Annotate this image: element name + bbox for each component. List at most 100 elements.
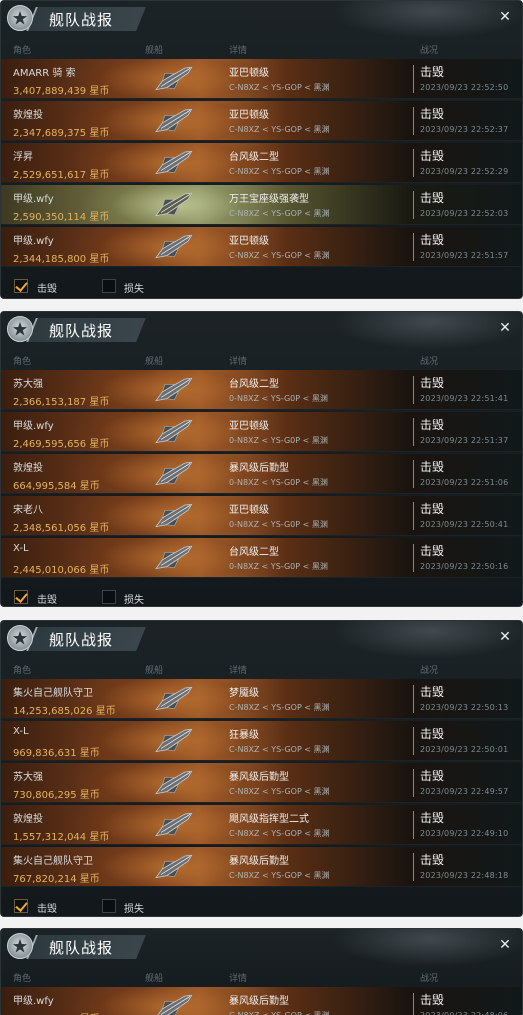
panel-title: 舰队战报 bbox=[49, 631, 114, 649]
location-route: 0-N8XZ < YS-G0P < 黑渊 bbox=[229, 436, 328, 445]
pilot-name: 苏大强 bbox=[13, 379, 43, 390]
location-route: C-N8XZ < YS-GOP < 黑渊 bbox=[229, 209, 330, 218]
location-route: C-N8XZ < YS-GOP < 黑渊 bbox=[229, 787, 330, 796]
pilot-name: 甲级.wfy bbox=[13, 194, 54, 205]
kill-report-row[interactable]: 甲级.wfy 893,732,593 星币 暴风级后勤型 C-N8XZ < YS-GO… bbox=[1, 987, 522, 1015]
combat-status: 击毁 bbox=[420, 191, 445, 205]
panel-header: 舰队战报 ✕ bbox=[1, 929, 522, 965]
loss-filter-checkbox[interactable] bbox=[102, 279, 116, 293]
kill-filter-checkbox[interactable] bbox=[14, 590, 28, 604]
loss-filter-checkbox[interactable] bbox=[102, 899, 116, 913]
kill-report-row[interactable]: 敦煌投 2,347,689,375 星币 亚巴顿级 C-N8XZ < YS-GOP <… bbox=[1, 101, 522, 141]
ship-type: 台风级二型 bbox=[229, 152, 279, 163]
column-header-role: 角色 bbox=[13, 974, 32, 984]
pilot-name: 集火自己舰队守卫 bbox=[13, 688, 93, 699]
loss-value: 2,347,689,375 星币 bbox=[13, 128, 110, 139]
column-divider bbox=[413, 811, 414, 839]
ship-icon bbox=[155, 150, 193, 175]
ship-thumbnail bbox=[149, 187, 197, 223]
column-divider bbox=[413, 853, 414, 881]
kill-report-row[interactable]: 宋老八 2,348,561,056 星币 亚巴顿级 0-N8XZ < YS-G0P <… bbox=[1, 496, 522, 536]
ship-type: 亚巴顿级 bbox=[229, 68, 269, 79]
ship-icon bbox=[155, 503, 193, 528]
loss-filter-label[interactable]: 损失 bbox=[124, 280, 144, 295]
ship-icon bbox=[155, 854, 193, 879]
close-icon[interactable]: ✕ bbox=[498, 938, 512, 952]
loss-value: 730,806,295 星币 bbox=[13, 790, 100, 801]
ship-icon bbox=[155, 686, 193, 711]
close-icon[interactable]: ✕ bbox=[498, 10, 512, 24]
kill-report-row[interactable]: 甲级.wfy 2,344,185,800 星币 亚巴顿级 C-N8XZ < YS-GO… bbox=[1, 227, 522, 267]
kill-report-row[interactable]: 敦煌投 664,995,584 星币 暴风级后勤型 0-N8XZ < YS-G0P <… bbox=[1, 454, 522, 494]
loss-value: 969,836,631 星币 bbox=[13, 748, 100, 759]
kill-filter-checkbox[interactable] bbox=[14, 899, 28, 913]
ship-type: 亚巴顿级 bbox=[229, 421, 269, 432]
combat-status: 击毁 bbox=[420, 769, 445, 783]
kill-filter-label[interactable]: 击毁 bbox=[37, 280, 57, 295]
location-route: C-N8XZ < YS-GOP < 黑渊 bbox=[229, 167, 330, 176]
filter-bar: 击毁 损失 bbox=[1, 889, 522, 916]
location-route: C-N8XZ < YS-GOP < 黑渊 bbox=[229, 703, 330, 712]
column-header-ship: 舰船 bbox=[145, 46, 164, 56]
column-divider bbox=[413, 769, 414, 797]
pilot-name: X-L bbox=[13, 726, 29, 737]
column-divider bbox=[413, 460, 414, 488]
location-route: C-N8XZ < YS-GOP < 黑渊 bbox=[229, 829, 330, 838]
kill-report-row[interactable]: 集火自己舰队守卫 767,820,214 星币 暴风级后勤型 C-N8XZ < YS-… bbox=[1, 847, 522, 887]
panel-header: 舰队战报 ✕ bbox=[1, 312, 522, 348]
pilot-name: 集火自己舰队守卫 bbox=[13, 856, 93, 867]
loss-value: 1,557,312,044 星币 bbox=[13, 832, 110, 843]
loss-filter-checkbox[interactable] bbox=[102, 590, 116, 604]
kill-report-row[interactable]: AMARR 骑 索 3,407,889,439 星币 亚巴顿级 C-N8XZ < YS… bbox=[1, 59, 522, 99]
loss-value: 2,366,153,187 星币 bbox=[13, 397, 110, 408]
panel-header: 舰队战报 ✕ bbox=[1, 621, 522, 657]
ship-thumbnail bbox=[149, 145, 197, 181]
kill-report-row[interactable]: 集火自己舰队守卫 14,253,685,026 星币 梦魇级 C-N8XZ < YS-… bbox=[1, 679, 522, 719]
loss-value: 2,344,185,800 星币 bbox=[13, 254, 110, 265]
column-divider bbox=[413, 107, 414, 135]
location-route: C-N8XZ < YS-GOP < 黑渊 bbox=[229, 125, 330, 134]
column-headers: 角色 舰船 详情 战况 bbox=[1, 659, 522, 679]
kill-report-row[interactable]: X-L 969,836,631 星币 狂暴级 C-N8XZ < YS-GOP < 黑渊… bbox=[1, 721, 522, 761]
kill-filter-label[interactable]: 击毁 bbox=[37, 591, 57, 606]
kill-report-row[interactable]: X-L 2,445,010,066 星币 台风级二型 0-N8XZ < YS-G0P … bbox=[1, 538, 522, 578]
combat-status: 击毁 bbox=[420, 376, 445, 390]
loss-value: 2,469,595,656 星币 bbox=[13, 439, 110, 450]
column-divider bbox=[413, 727, 414, 755]
timestamp: 2023/09/23 22:51:37 bbox=[420, 436, 509, 445]
combat-status: 击毁 bbox=[420, 993, 445, 1007]
kill-report-row[interactable]: 浮昇 2,529,651,617 星币 台风级二型 C-N8XZ < YS-GOP <… bbox=[1, 143, 522, 183]
star-emblem-icon bbox=[7, 625, 33, 651]
pilot-name: 苏大强 bbox=[13, 772, 43, 783]
ship-icon bbox=[155, 770, 193, 795]
ship-icon bbox=[155, 66, 193, 91]
location-route: C-N8XZ < YS-GOP < 黑渊 bbox=[229, 745, 330, 754]
close-icon[interactable]: ✕ bbox=[498, 321, 512, 335]
location-route: C-N8XZ < YS-GOP < 黑渊 bbox=[229, 871, 330, 880]
combat-status: 击毁 bbox=[420, 149, 445, 163]
kill-report-row[interactable]: 甲级.wfy 2,469,595,656 星币 亚巴顿级 0-N8XZ < YS-G0… bbox=[1, 412, 522, 452]
close-icon[interactable]: ✕ bbox=[498, 630, 512, 644]
star-emblem-icon bbox=[7, 5, 33, 31]
ship-type: 万王宝座级强袭型 bbox=[229, 194, 309, 205]
ship-type: 亚巴顿级 bbox=[229, 236, 269, 247]
column-divider bbox=[413, 502, 414, 530]
filter-bar: 击毁 损失 bbox=[1, 269, 522, 298]
kill-report-row[interactable]: 甲级.wfy 2,590,350,114 星币 万王宝座级强袭型 C-N8XZ < Y… bbox=[1, 185, 522, 225]
combat-status: 击毁 bbox=[420, 502, 445, 516]
timestamp: 2023/09/23 22:48:18 bbox=[420, 871, 509, 880]
pilot-name: 敦煌投 bbox=[13, 463, 43, 474]
kill-filter-label[interactable]: 击毁 bbox=[37, 900, 57, 915]
panel-title: 舰队战报 bbox=[49, 11, 114, 29]
column-header-detail: 详情 bbox=[229, 357, 248, 367]
column-divider bbox=[413, 685, 414, 713]
ship-type: 暴风级后勤型 bbox=[229, 996, 289, 1007]
loss-value: 767,820,214 星币 bbox=[13, 874, 100, 885]
kill-filter-checkbox[interactable] bbox=[14, 279, 28, 293]
ship-type: 暴风级后勤型 bbox=[229, 463, 289, 474]
loss-filter-label[interactable]: 损失 bbox=[124, 900, 144, 915]
kill-report-row[interactable]: 苏大强 730,806,295 星币 暴风级后勤型 C-N8XZ < YS-GOP <… bbox=[1, 763, 522, 803]
kill-report-row[interactable]: 苏大强 2,366,153,187 星币 台风级二型 0-N8XZ < YS-G0P … bbox=[1, 370, 522, 410]
kill-report-row[interactable]: 敦煌投 1,557,312,044 星币 飓风级指挥型二式 C-N8XZ < YS-G… bbox=[1, 805, 522, 845]
loss-filter-label[interactable]: 损失 bbox=[124, 591, 144, 606]
